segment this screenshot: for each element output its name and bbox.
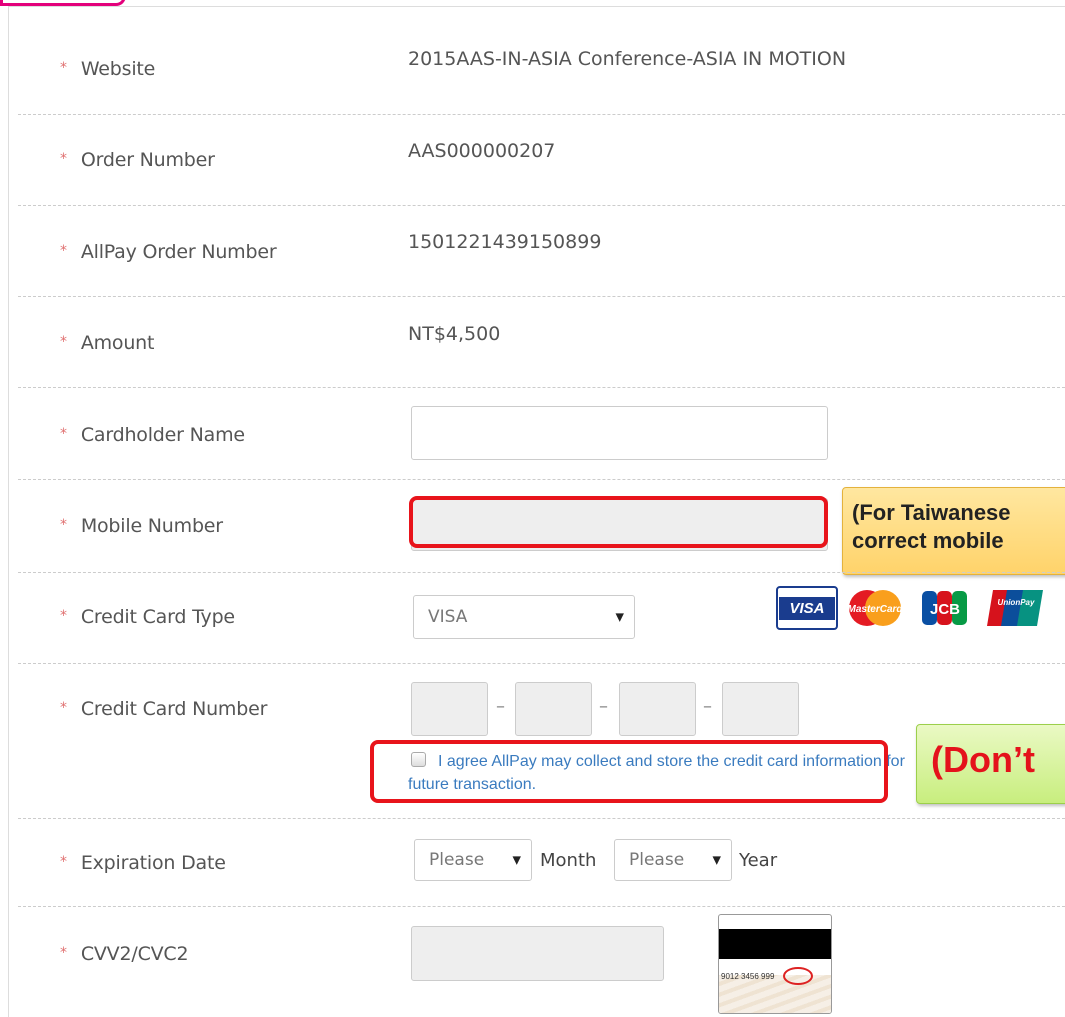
label-expiration-date: * Expiration Date <box>60 852 226 874</box>
label-order-number: * Order Number <box>60 149 215 171</box>
expiration-month-select[interactable]: Please ▼ <box>414 839 532 881</box>
card-number-part-4[interactable] <box>722 682 799 736</box>
cvv-input[interactable] <box>411 926 664 981</box>
row-divider <box>18 205 1065 206</box>
cardholder-name-input[interactable] <box>411 406 828 460</box>
agreement-highlight <box>370 740 888 803</box>
card-number-part-1[interactable] <box>411 682 488 736</box>
card-number-part-3[interactable] <box>619 682 696 736</box>
jcb-logo: JCB <box>917 586 973 630</box>
label-mobile-number: * Mobile Number <box>60 515 223 537</box>
card-number-part-2[interactable] <box>515 682 592 736</box>
cvv-card-back-image: 9012 3456 999 <box>718 914 832 1014</box>
row-divider <box>18 663 1065 664</box>
label-allpay-order-number: * AllPay Order Number <box>60 241 277 263</box>
label-credit-card-number: * Credit Card Number <box>60 698 268 720</box>
jcb-text: JCB <box>930 601 960 618</box>
chevron-down-icon: ▼ <box>512 853 521 867</box>
unionpay-logo: UnionPay <box>985 586 1047 630</box>
cvv-circle-highlight <box>783 967 813 985</box>
credit-card-type-select[interactable]: VISA ▼ <box>413 595 635 639</box>
row-divider <box>18 818 1065 819</box>
label-website: * Website <box>60 58 156 80</box>
amount-value: NT$4,500 <box>408 323 501 345</box>
card-number-separator: – <box>599 696 608 717</box>
allpay-order-number-value: 1501221439150899 <box>408 231 602 253</box>
row-divider <box>18 114 1065 115</box>
cvv-sample-number: 9012 3456 999 <box>721 972 775 981</box>
label-amount: * Amount <box>60 332 155 354</box>
magnetic-stripe <box>719 929 831 959</box>
mastercard-logo: MasterCard <box>845 586 905 630</box>
year-label: Year <box>739 850 778 871</box>
card-number-separator: – <box>496 696 505 717</box>
row-divider <box>18 572 1065 573</box>
card-number-separator: – <box>703 696 712 717</box>
taiwanese-mobile-note: (For Taiwanese correct mobile <box>842 487 1065 575</box>
row-divider <box>18 296 1065 297</box>
row-divider <box>18 479 1065 480</box>
label-cvv: * CVV2/CVC2 <box>60 943 189 965</box>
chevron-down-icon: ▼ <box>712 853 721 867</box>
website-value: 2015AAS-IN-ASIA Conference-ASIA IN MOTIO… <box>408 48 847 70</box>
mastercard-text: MasterCard <box>847 604 903 615</box>
expiration-year-select[interactable]: Please ▼ <box>614 839 732 881</box>
dont-note: (Don’t <box>916 724 1065 804</box>
row-divider <box>18 906 1065 907</box>
unionpay-text: UnionPay <box>998 598 1035 607</box>
order-number-value: AAS000000207 <box>408 140 556 162</box>
chevron-down-icon: ▼ <box>615 610 624 624</box>
visa-logo: VISA <box>776 586 838 630</box>
mobile-number-highlight <box>409 496 828 548</box>
month-label: Month <box>540 850 597 871</box>
row-divider <box>18 387 1065 388</box>
label-credit-card-type: * Credit Card Type <box>60 606 235 628</box>
label-cardholder-name: * Cardholder Name <box>60 424 245 446</box>
